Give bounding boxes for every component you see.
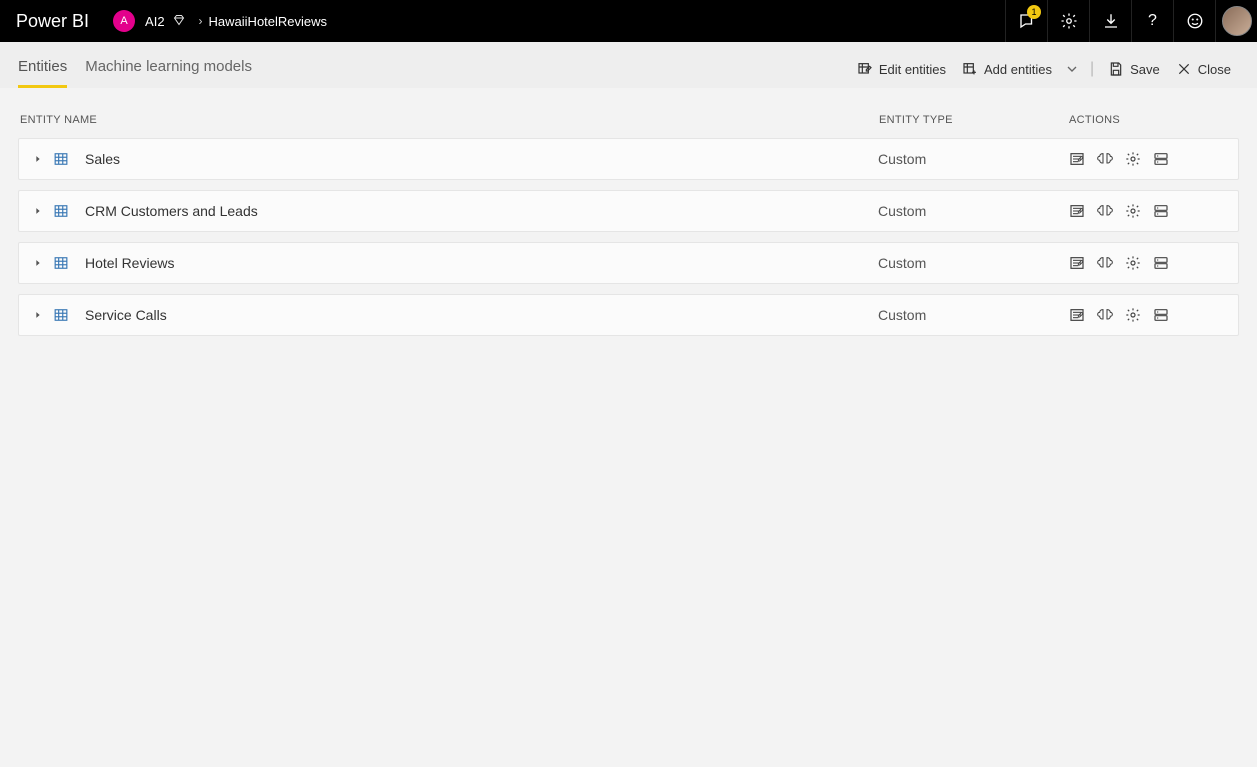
edit-entities-label: Edit entities xyxy=(879,62,946,77)
tab-entities[interactable]: Entities xyxy=(18,50,67,88)
entity-type: Custom xyxy=(878,151,1068,167)
close-icon xyxy=(1176,61,1192,77)
entity-row[interactable]: CRM Customers and Leads Custom xyxy=(18,190,1239,232)
top-bar: Power BI A AI2 › HawaiiHotelReviews 1 ? xyxy=(0,0,1257,42)
column-actions: Actions xyxy=(1069,114,1229,126)
edit-action-icon[interactable] xyxy=(1068,203,1086,219)
table-icon xyxy=(53,152,69,166)
tab-ml-models[interactable]: Machine learning models xyxy=(85,50,252,88)
notification-badge: 1 xyxy=(1027,5,1041,19)
content: Entity Name Entity Type Actions Sales Cu… xyxy=(0,88,1257,336)
expand-caret-icon[interactable] xyxy=(33,206,43,216)
add-entities-button[interactable]: Add entities xyxy=(954,57,1060,81)
workspace-badge[interactable]: A xyxy=(113,10,135,32)
entity-actions xyxy=(1068,203,1228,219)
feedback-button[interactable] xyxy=(1173,0,1215,42)
save-label: Save xyxy=(1130,62,1160,77)
top-icons: 1 ? xyxy=(1005,0,1257,42)
settings-action-icon[interactable] xyxy=(1124,255,1142,271)
help-button[interactable]: ? xyxy=(1131,0,1173,42)
entity-actions xyxy=(1068,255,1228,271)
entity-row[interactable]: Hotel Reviews Custom xyxy=(18,242,1239,284)
ml-action-icon[interactable] xyxy=(1096,307,1114,323)
table-icon xyxy=(53,256,69,270)
edit-entities-button[interactable]: Edit entities xyxy=(849,57,954,81)
download-button[interactable] xyxy=(1089,0,1131,42)
settings-action-icon[interactable] xyxy=(1124,203,1142,219)
column-headers: Entity Name Entity Type Actions xyxy=(18,96,1239,138)
table-icon xyxy=(53,308,69,322)
workspace-name[interactable]: AI2 xyxy=(145,14,165,29)
ml-action-icon[interactable] xyxy=(1096,203,1114,219)
column-name: Entity Name xyxy=(20,114,879,126)
close-label: Close xyxy=(1198,62,1231,77)
expand-caret-icon[interactable] xyxy=(33,258,43,268)
entity-list: Sales Custom CRM Customers and Leads Cus… xyxy=(18,138,1239,336)
expand-caret-icon[interactable] xyxy=(33,310,43,320)
entity-type: Custom xyxy=(878,203,1068,219)
edit-icon xyxy=(857,61,873,77)
add-entities-label: Add entities xyxy=(984,62,1052,77)
settings-action-icon[interactable] xyxy=(1124,151,1142,167)
profile-button[interactable] xyxy=(1215,0,1257,42)
entity-name: Service Calls xyxy=(85,307,167,323)
brand-label: Power BI xyxy=(16,11,89,32)
entity-name: Sales xyxy=(85,151,120,167)
entity-type: Custom xyxy=(878,255,1068,271)
avatar xyxy=(1222,6,1252,36)
entity-row[interactable]: Sales Custom xyxy=(18,138,1239,180)
expand-caret-icon[interactable] xyxy=(33,154,43,164)
settings-action-icon[interactable] xyxy=(1124,307,1142,323)
refresh-action-icon[interactable] xyxy=(1152,255,1170,271)
entity-row[interactable]: Service Calls Custom xyxy=(18,294,1239,336)
entity-actions xyxy=(1068,307,1228,323)
breadcrumb-separator: › xyxy=(199,14,203,28)
ml-action-icon[interactable] xyxy=(1096,255,1114,271)
column-type: Entity Type xyxy=(879,114,1069,126)
entity-type: Custom xyxy=(878,307,1068,323)
settings-button[interactable] xyxy=(1047,0,1089,42)
ml-action-icon[interactable] xyxy=(1096,151,1114,167)
edit-action-icon[interactable] xyxy=(1068,255,1086,271)
refresh-action-icon[interactable] xyxy=(1152,307,1170,323)
chevron-down-icon xyxy=(1064,61,1080,77)
entity-name: Hotel Reviews xyxy=(85,255,174,271)
breadcrumb-item[interactable]: HawaiiHotelReviews xyxy=(209,14,328,29)
save-button[interactable]: Save xyxy=(1100,57,1168,81)
refresh-action-icon[interactable] xyxy=(1152,151,1170,167)
premium-icon xyxy=(173,14,185,29)
refresh-action-icon[interactable] xyxy=(1152,203,1170,219)
entity-name: CRM Customers and Leads xyxy=(85,203,258,219)
add-icon xyxy=(962,61,978,77)
save-icon xyxy=(1108,61,1124,77)
tabs: Entities Machine learning models xyxy=(18,50,252,88)
command-bar: Entities Machine learning models Edit en… xyxy=(0,42,1257,88)
entity-actions xyxy=(1068,151,1228,167)
table-icon xyxy=(53,204,69,218)
notifications-button[interactable]: 1 xyxy=(1005,0,1047,42)
edit-action-icon[interactable] xyxy=(1068,151,1086,167)
edit-action-icon[interactable] xyxy=(1068,307,1086,323)
close-button[interactable]: Close xyxy=(1168,57,1239,81)
command-separator: | xyxy=(1090,60,1094,78)
add-entities-dropdown[interactable] xyxy=(1060,57,1084,81)
